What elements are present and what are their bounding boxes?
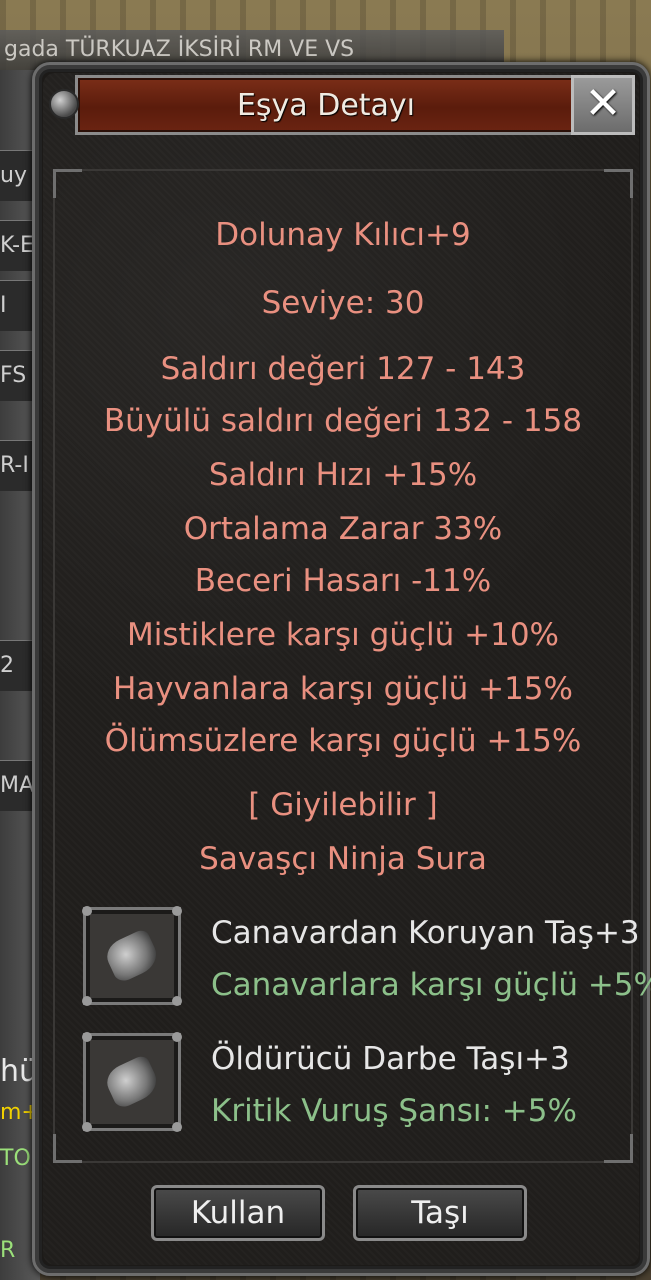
frame-corner-icon bbox=[604, 1134, 633, 1163]
left-slot: MA bbox=[0, 760, 34, 811]
frame-stud-icon bbox=[172, 1122, 182, 1132]
item-name: Dolunay Kılıcı+9 bbox=[215, 217, 471, 253]
socket-stone-bonus: Kritik Vuruş Şansı: +5% bbox=[211, 1093, 577, 1129]
item-level: Seviye: 30 bbox=[261, 285, 425, 321]
socket-slot[interactable] bbox=[82, 1032, 182, 1132]
left-slot: I bbox=[0, 280, 34, 331]
frame-corner-icon bbox=[53, 169, 82, 198]
frame-stud-icon bbox=[172, 996, 182, 1006]
frame-stud-icon bbox=[82, 906, 92, 916]
background-text: R bbox=[0, 1238, 16, 1263]
socket-slot[interactable] bbox=[82, 906, 182, 1006]
critical-stone-icon bbox=[101, 1053, 163, 1111]
move-button[interactable]: Taşı bbox=[353, 1185, 527, 1241]
frame-stud-icon bbox=[172, 906, 182, 916]
left-slot: 2 bbox=[0, 640, 34, 691]
item-info-panel: Dolunay Kılıcı+9 Seviye: 30 Saldırı değe… bbox=[53, 169, 651, 1163]
title-knob-icon bbox=[49, 89, 79, 119]
background-text: TO bbox=[0, 1146, 31, 1171]
wearable-classes: Savaşçı Ninja Sura bbox=[199, 841, 487, 877]
left-slot: R-I bbox=[0, 440, 34, 491]
socket-stone-name: Canavardan Koruyan Taş+3 bbox=[211, 915, 640, 951]
left-slot: uy bbox=[0, 150, 34, 201]
item-stat: Mistiklere karşı güçlü +10% bbox=[126, 617, 560, 653]
frame-stud-icon bbox=[82, 1032, 92, 1042]
left-slot: FS bbox=[0, 350, 34, 401]
item-stat: Ölümsüzlere karşı güçlü +15% bbox=[104, 723, 582, 759]
monster-stone-icon bbox=[101, 927, 163, 985]
use-button[interactable]: Kullan bbox=[151, 1185, 325, 1241]
item-stat: Beceri Hasarı -11% bbox=[194, 563, 492, 599]
socket-stone-name: Öldürücü Darbe Taşı+3 bbox=[211, 1041, 570, 1077]
window-title: Eşya Detayı bbox=[236, 88, 416, 123]
close-button[interactable]: ✕ bbox=[571, 75, 635, 135]
left-slot: K-E bbox=[0, 220, 34, 271]
item-stat: Büyülü saldırı değeri 132 - 158 bbox=[103, 403, 583, 439]
frame-corner-icon bbox=[604, 169, 633, 198]
title-bar[interactable]: Eşya Detayı bbox=[75, 75, 577, 135]
item-detail-window: Eşya Detayı ✕ Dolunay Kılıcı+9 Seviye: 3… bbox=[32, 62, 651, 1276]
item-stat: Saldırı Hızı +15% bbox=[208, 457, 478, 493]
wearable-label: [ Giyilebilir ] bbox=[248, 787, 438, 823]
frame-stud-icon bbox=[172, 1032, 182, 1042]
item-stat: Saldırı değeri 127 - 143 bbox=[160, 351, 526, 387]
frame-stud-icon bbox=[82, 1122, 92, 1132]
frame-stud-icon bbox=[82, 996, 92, 1006]
item-stat: Ortalama Zarar 33% bbox=[183, 511, 503, 547]
frame-corner-icon bbox=[53, 1134, 82, 1163]
item-stat: Hayvanlara karşı güçlü +15% bbox=[113, 671, 573, 707]
socket-stone-bonus: Canavarlara karşı güçlü +5% bbox=[211, 967, 651, 1003]
